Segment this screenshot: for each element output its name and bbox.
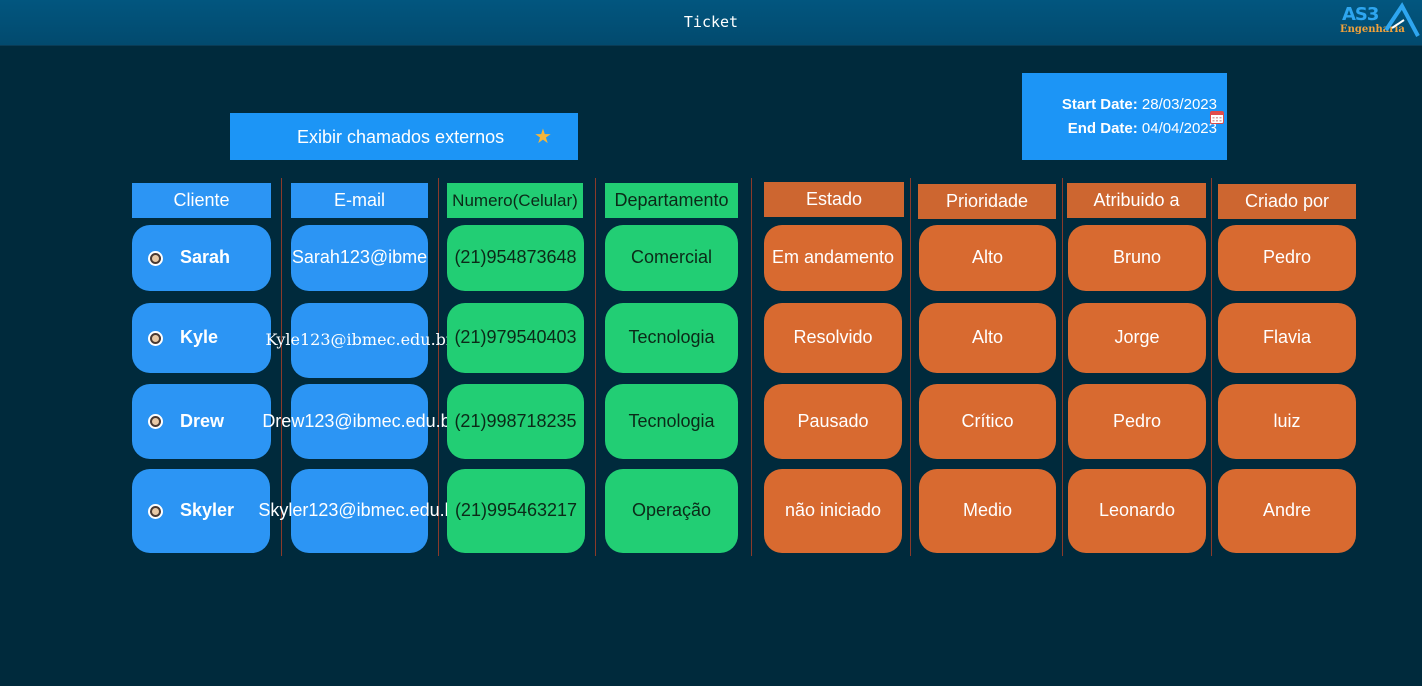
end-date-value: 04/04/2023 — [1141, 120, 1217, 137]
created-by-cell[interactable]: Flavia — [1218, 303, 1356, 373]
department-cell[interactable]: Tecnologia — [605, 384, 738, 459]
priority-cell[interactable]: Alto — [919, 225, 1056, 291]
client-cell[interactable]: Skyler — [132, 469, 270, 553]
column-divider — [595, 178, 596, 556]
phone-cell[interactable]: (21)954873648 — [447, 225, 584, 291]
client-cell[interactable]: Kyle — [132, 303, 271, 373]
client-name: Sarah — [180, 247, 231, 268]
priority-cell[interactable]: Alto — [919, 303, 1056, 373]
priority-cell[interactable]: Crítico — [919, 384, 1056, 459]
email-cell[interactable]: Sarah123@ibme — [291, 225, 428, 291]
star-icon: ★ — [534, 126, 552, 148]
start-date-value: 28/03/2023 — [1141, 96, 1217, 113]
status-cell[interactable]: Resolvido — [764, 303, 902, 373]
header-estado[interactable]: Estado — [764, 182, 904, 217]
column-divider — [1062, 178, 1063, 556]
end-date-label: End Date: — [1067, 120, 1138, 137]
department-cell[interactable]: Operação — [605, 469, 738, 553]
phone-cell[interactable]: (21)998718235 — [447, 384, 584, 459]
start-date-label: Start Date: — [1061, 96, 1138, 113]
client-name: Drew — [180, 410, 225, 431]
priority-cell[interactable]: Medio — [919, 469, 1056, 553]
client-cell[interactable]: Sarah — [132, 225, 271, 291]
status-cell[interactable]: não iniciado — [764, 469, 902, 553]
title-bar: Ticket AS3 Engenharia — [0, 0, 1422, 46]
column-divider — [910, 178, 911, 556]
client-name: Skyler — [180, 500, 235, 521]
header-cliente[interactable]: Cliente — [132, 183, 271, 218]
header-numero[interactable]: Numero(Celular) — [447, 183, 583, 218]
column-divider — [1211, 178, 1212, 556]
start-date: Start Date: 28/03/2023 — [1022, 96, 1217, 113]
client-cell[interactable]: Drew — [132, 384, 271, 459]
status-cell[interactable]: Pausado — [764, 384, 902, 459]
avatar — [148, 330, 163, 346]
assigned-cell[interactable]: Pedro — [1068, 384, 1206, 459]
header-atribuido[interactable]: Atribuido a — [1067, 183, 1206, 218]
date-range-panel[interactable]: Start Date: 28/03/2023 End Date: 04/04/2… — [1022, 73, 1227, 160]
department-cell[interactable]: Comercial — [605, 225, 738, 291]
calendar-icon[interactable] — [1210, 110, 1224, 124]
phone-cell[interactable]: (21)995463217 — [447, 469, 585, 553]
email-cell[interactable]: Kyle123@ibmec.edu.br — [265, 303, 454, 378]
status-cell[interactable]: Em andamento — [764, 225, 902, 291]
company-logo: AS3 Engenharia — [1340, 2, 1422, 42]
header-departamento[interactable]: Departamento — [605, 183, 738, 218]
show-external-tickets-button[interactable]: Exibir chamados externos ★ — [230, 113, 578, 160]
logo-mark-icon — [1384, 2, 1420, 37]
created-by-cell[interactable]: Pedro — [1218, 225, 1356, 291]
created-by-cell[interactable]: luiz — [1218, 384, 1356, 459]
phone-cell[interactable]: (21)979540403 — [447, 303, 584, 373]
header-prioridade[interactable]: Prioridade — [918, 184, 1056, 219]
avatar — [148, 414, 163, 429]
created-by-cell[interactable]: Andre — [1218, 469, 1356, 553]
header-email[interactable]: E-mail — [291, 183, 428, 218]
department-cell[interactable]: Tecnologia — [605, 303, 738, 373]
email-cell[interactable]: Drew123@ibmec.edu.br — [262, 384, 457, 459]
assigned-cell[interactable]: Jorge — [1068, 303, 1206, 373]
client-name: Kyle — [180, 327, 219, 348]
avatar — [148, 503, 163, 519]
logo-text: AS3 — [1342, 4, 1379, 25]
header-criado[interactable]: Criado por — [1218, 184, 1356, 219]
assigned-cell[interactable]: Leonardo — [1068, 469, 1206, 553]
avatar — [148, 250, 163, 266]
window-title: Ticket — [683, 13, 739, 31]
end-date: End Date: 04/04/2023 — [1022, 120, 1217, 137]
column-divider — [751, 178, 752, 556]
email-cell[interactable]: Skyler123@ibmec.edu.br — [258, 469, 461, 553]
assigned-cell[interactable]: Bruno — [1068, 225, 1206, 291]
show-external-tickets-label: Exibir chamados externos — [297, 127, 505, 147]
